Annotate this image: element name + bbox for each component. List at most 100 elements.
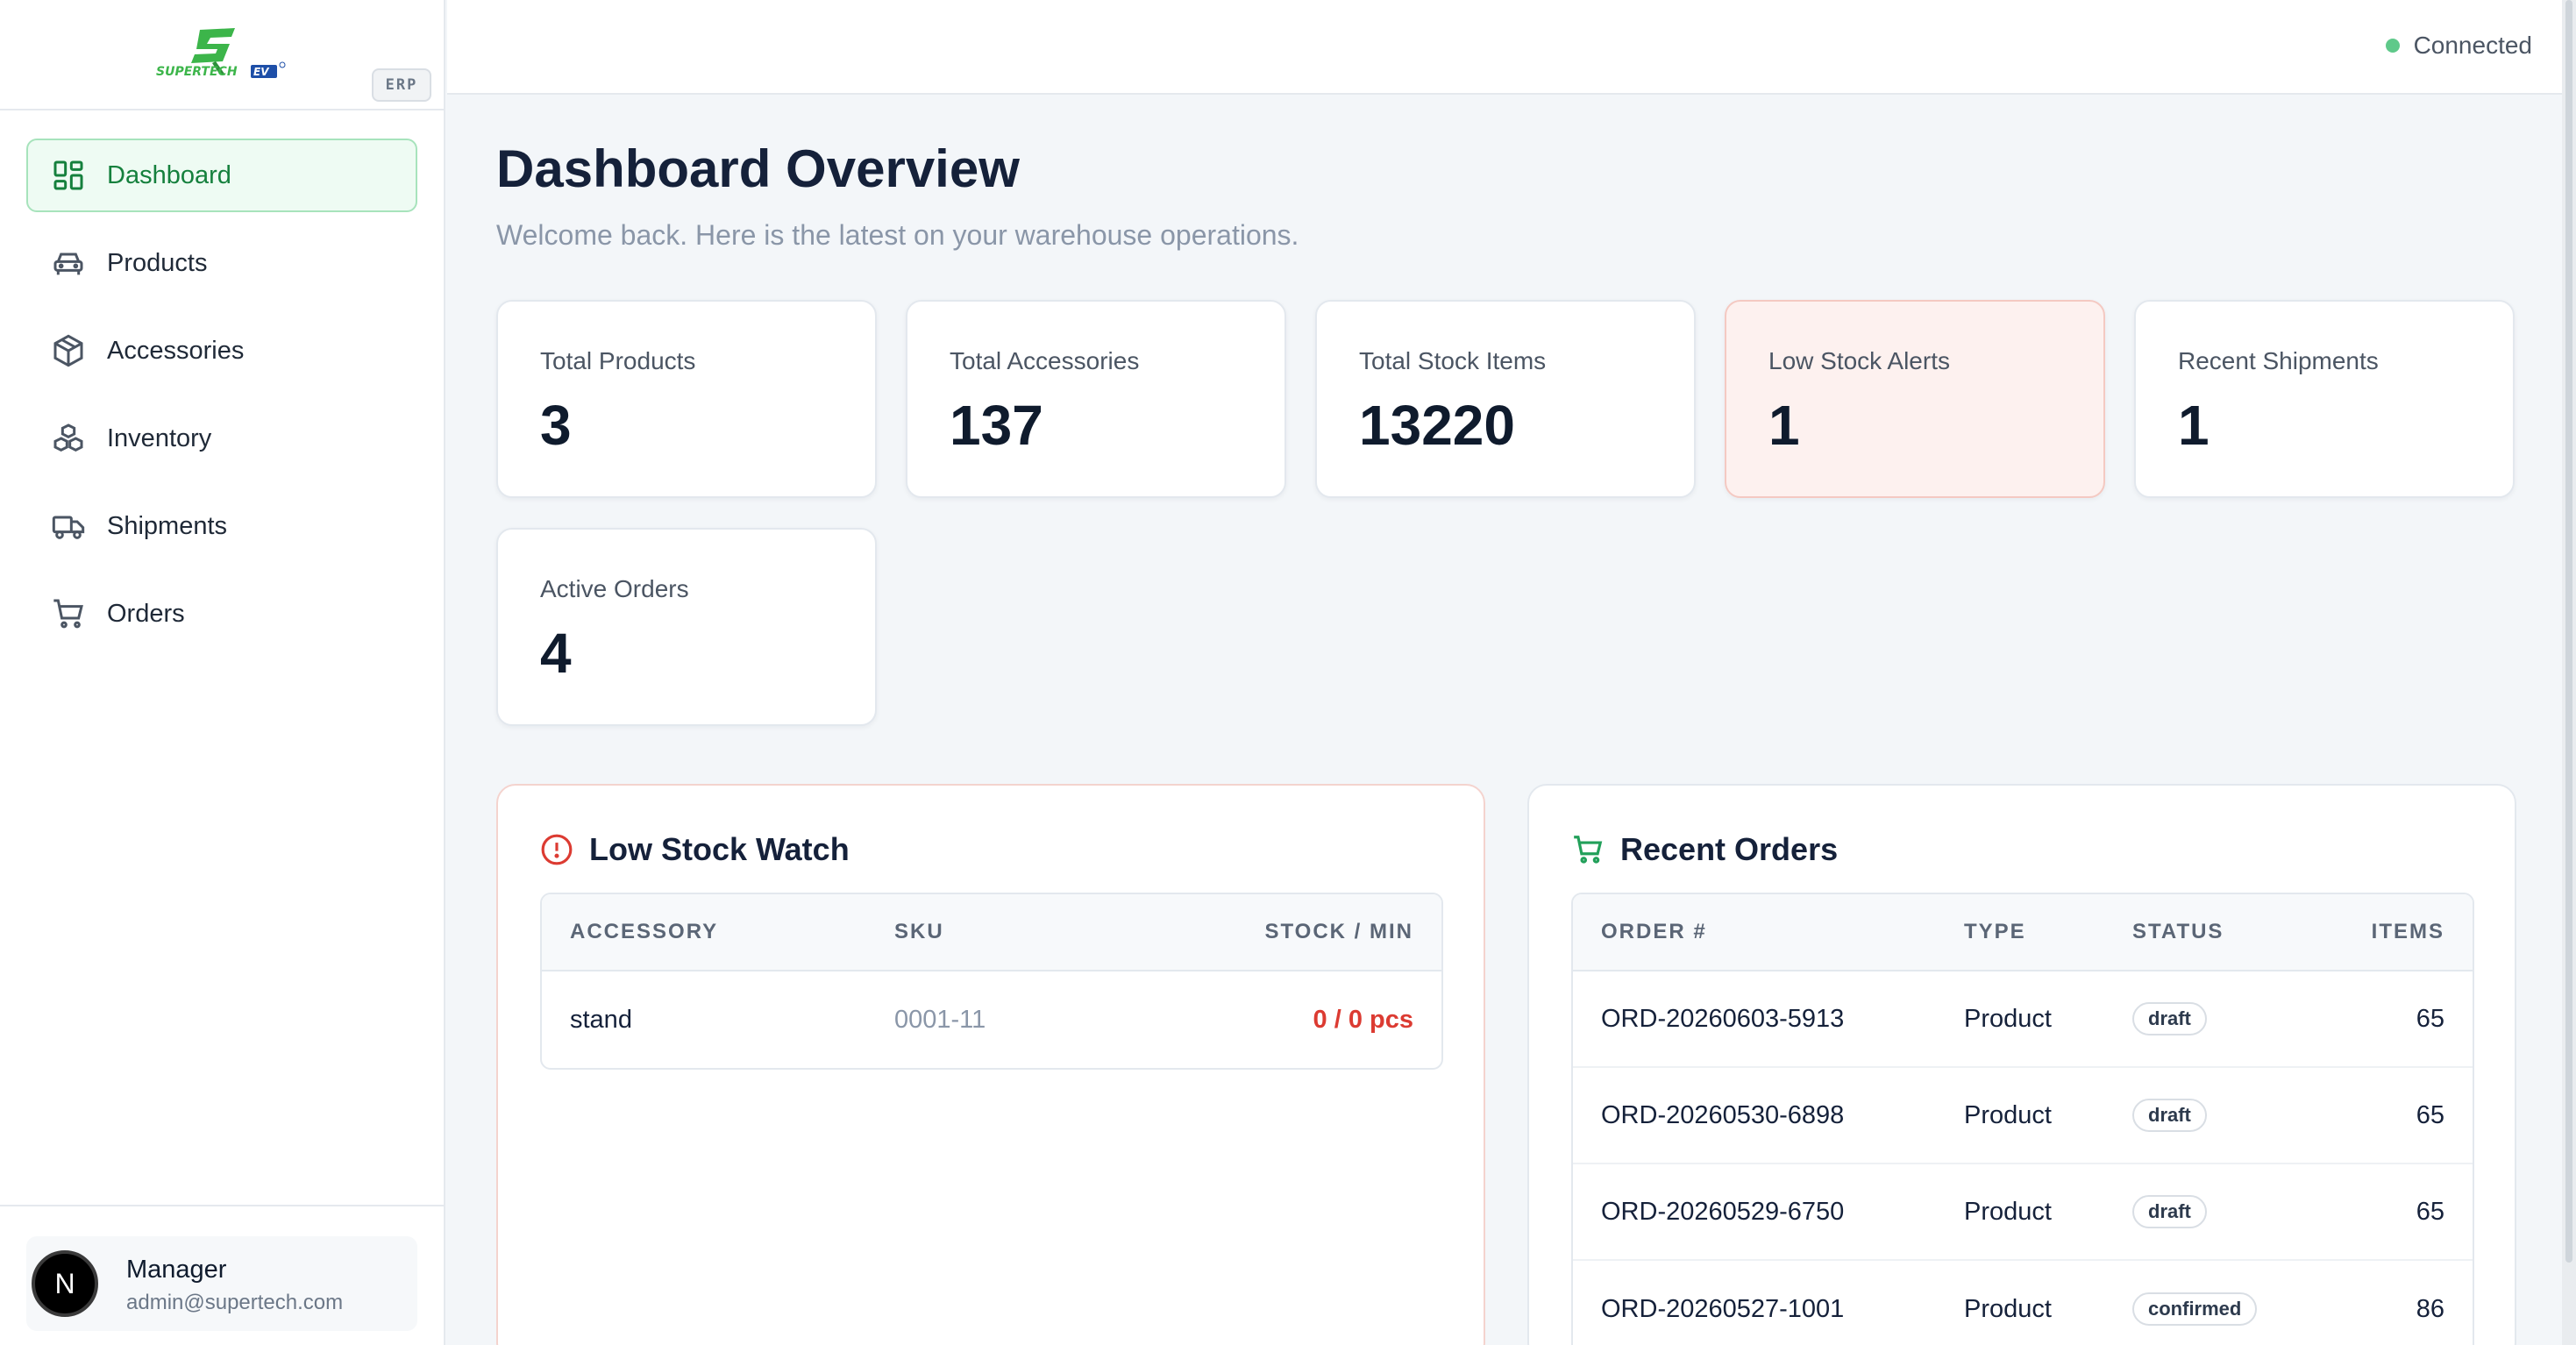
sidebar-item-label: Products: [107, 248, 208, 277]
app-root: SUPERTECH EV ERP Dashboard Products Acce…: [0, 0, 2576, 1345]
sidebar-item-label: Inventory: [107, 423, 212, 452]
cell-items: 65: [2416, 1004, 2444, 1033]
stat-value: 4: [540, 622, 572, 685]
cart-icon: [1571, 833, 1605, 866]
stat-card-total-products: Total Products 3: [496, 300, 877, 498]
table-row[interactable]: ORD-20260529-6750 Product draft 65: [1573, 1164, 2473, 1261]
truck-icon: [51, 509, 86, 544]
cell-items: 65: [2416, 1100, 2444, 1129]
col-stock-min[interactable]: STOCK / MIN: [1264, 894, 1413, 970]
cell-status: draft: [2132, 971, 2207, 1066]
cell-items: 86: [2416, 1294, 2444, 1323]
dashboard-icon: [51, 158, 86, 193]
supertech-logo[interactable]: SUPERTECH EV: [154, 23, 291, 84]
user-name: Manager: [126, 1256, 227, 1284]
page-subtitle: Welcome back. Here is the latest on your…: [496, 219, 1299, 251]
panel-title-text: Recent Orders: [1620, 831, 1839, 867]
status-badge: draft: [2132, 1099, 2207, 1132]
stat-value: 137: [950, 394, 1043, 457]
low-stock-title: Low Stock Watch: [540, 831, 850, 868]
table-row[interactable]: ORD-20260603-5913 Product draft 65: [1573, 971, 2473, 1068]
col-accessory[interactable]: ACCESSORY: [570, 894, 718, 970]
user-area: N Manager admin@supertech.com: [0, 1205, 445, 1345]
stat-card-active-orders: Active Orders 4: [496, 528, 877, 726]
table-header: ORDER # TYPE STATUS ITEMS: [1573, 894, 2473, 971]
table-row[interactable]: ORD-20260527-1001 Product confirmed 86: [1573, 1261, 2473, 1345]
connection-label: Connected: [2413, 32, 2532, 59]
svg-text:EV: EV: [253, 66, 270, 78]
cell-order-number: ORD-20260530-6898: [1601, 1100, 1845, 1129]
cart-icon: [51, 596, 86, 631]
col-items[interactable]: ITEMS: [2372, 894, 2444, 970]
logo-area: SUPERTECH EV ERP: [0, 0, 444, 110]
cell-status: draft: [2132, 1164, 2207, 1259]
cell-stock: 0 / 0 pcs: [1313, 1005, 1413, 1034]
table-row[interactable]: stand 0001-11 0 / 0 pcs: [542, 971, 1441, 1068]
cell-type: Product: [1964, 1100, 2052, 1129]
col-type[interactable]: TYPE: [1964, 894, 2026, 970]
sidebar-item-orders[interactable]: Orders: [26, 577, 417, 651]
boxes-icon: [51, 421, 86, 456]
scrollbar-thumb[interactable]: [2565, 0, 2572, 1263]
cell-type: Product: [1964, 1294, 2052, 1323]
stat-value: 1: [2178, 394, 2210, 457]
cell-sku: 0001-11: [894, 1005, 986, 1034]
status-badge: draft: [2132, 1195, 2207, 1228]
cell-items: 65: [2416, 1197, 2444, 1226]
scrollbar[interactable]: [2562, 0, 2576, 1345]
sidebar-item-inventory[interactable]: Inventory: [26, 402, 417, 475]
stat-card-total-stock-items: Total Stock Items 13220: [1315, 300, 1696, 498]
stat-label: Active Orders: [540, 575, 689, 602]
col-sku[interactable]: SKU: [894, 894, 944, 970]
status-dot-icon: [2385, 39, 2400, 53]
cell-status: draft: [2132, 1068, 2207, 1163]
erp-badge: ERP: [372, 68, 431, 102]
sidebar-item-label: Dashboard: [107, 160, 231, 189]
sidebar-nav: Dashboard Products Accessories Inventory: [26, 139, 417, 665]
sidebar-item-accessories[interactable]: Accessories: [26, 314, 417, 388]
recent-orders-title: Recent Orders: [1571, 831, 1838, 868]
topbar: Connected: [447, 0, 2562, 95]
stat-label: Total Products: [540, 347, 696, 374]
svg-text:SUPERTECH: SUPERTECH: [156, 65, 238, 79]
user-card[interactable]: N Manager admin@supertech.com: [26, 1236, 417, 1331]
status-badge: confirmed: [2132, 1292, 2258, 1326]
col-status[interactable]: STATUS: [2132, 894, 2224, 970]
panel-title-text: Low Stock Watch: [589, 831, 850, 867]
recent-orders-panel: Recent Orders ORDER # TYPE STATUS ITEMS …: [1527, 784, 2516, 1345]
user-email: admin@supertech.com: [126, 1291, 344, 1314]
stat-card-recent-shipments: Recent Shipments 1: [2134, 300, 2515, 498]
table-row[interactable]: ORD-20260530-6898 Product draft 65: [1573, 1068, 2473, 1164]
cell-accessory: stand: [570, 1005, 632, 1034]
col-order[interactable]: ORDER #: [1601, 894, 1707, 970]
alert-circle-icon: [540, 833, 573, 866]
avatar[interactable]: N: [32, 1250, 98, 1317]
stat-card-total-accessories: Total Accessories 137: [906, 300, 1286, 498]
car-icon: [51, 246, 86, 281]
stat-label: Total Accessories: [950, 347, 1140, 374]
cell-type: Product: [1964, 1004, 2052, 1033]
box-icon: [51, 333, 86, 368]
recent-orders-table: ORDER # TYPE STATUS ITEMS ORD-20260603-5…: [1571, 893, 2474, 1345]
cell-type: Product: [1964, 1197, 2052, 1226]
sidebar-item-label: Shipments: [107, 511, 228, 540]
sidebar-item-dashboard[interactable]: Dashboard: [26, 139, 417, 212]
stat-value: 3: [540, 394, 572, 457]
stat-label: Total Stock Items: [1359, 347, 1547, 374]
sidebar-item-label: Orders: [107, 599, 185, 628]
sidebar-item-products[interactable]: Products: [26, 226, 417, 300]
connection-status: Connected: [2385, 32, 2532, 60]
low-stock-table: ACCESSORY SKU STOCK / MIN stand 0001-11 …: [540, 893, 1443, 1070]
stat-label: Low Stock Alerts: [1768, 347, 1950, 374]
table-header: ACCESSORY SKU STOCK / MIN: [542, 894, 1441, 971]
cell-order-number: ORD-20260529-6750: [1601, 1197, 1845, 1226]
stat-value: 13220: [1359, 394, 1515, 457]
cell-order-number: ORD-20260603-5913: [1601, 1004, 1845, 1033]
stat-label: Recent Shipments: [2178, 347, 2379, 374]
sidebar-item-shipments[interactable]: Shipments: [26, 489, 417, 563]
sidebar-item-label: Accessories: [107, 336, 245, 365]
cell-order-number: ORD-20260527-1001: [1601, 1294, 1845, 1323]
stat-value: 1: [1768, 394, 1800, 457]
low-stock-panel: Low Stock Watch ACCESSORY SKU STOCK / MI…: [496, 784, 1485, 1345]
stat-card-low-stock-alerts: Low Stock Alerts 1: [1725, 300, 2105, 498]
